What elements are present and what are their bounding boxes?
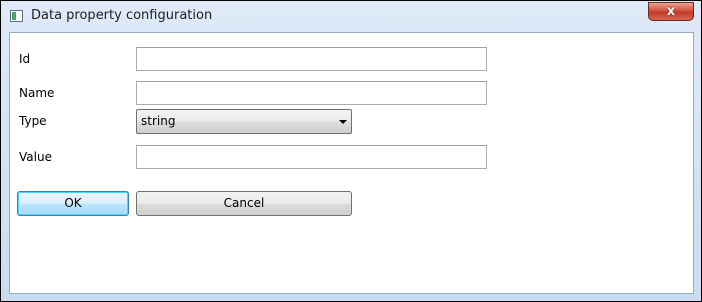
cancel-button[interactable]: Cancel [136, 191, 352, 216]
value-field[interactable] [136, 145, 487, 169]
dropdown-arrow-icon [339, 120, 347, 124]
close-icon: x [666, 4, 676, 19]
id-field[interactable] [136, 47, 487, 71]
close-button[interactable]: x [648, 2, 694, 21]
window-title: Data property configuration [31, 8, 213, 23]
dialog-window: Data property configuration x Id Name Ty… [0, 0, 702, 302]
name-field[interactable] [136, 81, 487, 105]
dialog-content: Id Name Type string Value OK Cancel [9, 32, 694, 294]
type-selected-value: string [141, 114, 176, 128]
name-label: Name [19, 86, 55, 100]
title-bar[interactable]: Data property configuration x [1, 1, 701, 31]
id-label: Id [19, 52, 31, 66]
value-label: Value [19, 150, 52, 164]
type-dropdown[interactable]: string [136, 109, 352, 134]
ok-button[interactable]: OK [17, 191, 129, 216]
type-label: Type [19, 114, 47, 128]
window-app-icon [10, 10, 23, 22]
